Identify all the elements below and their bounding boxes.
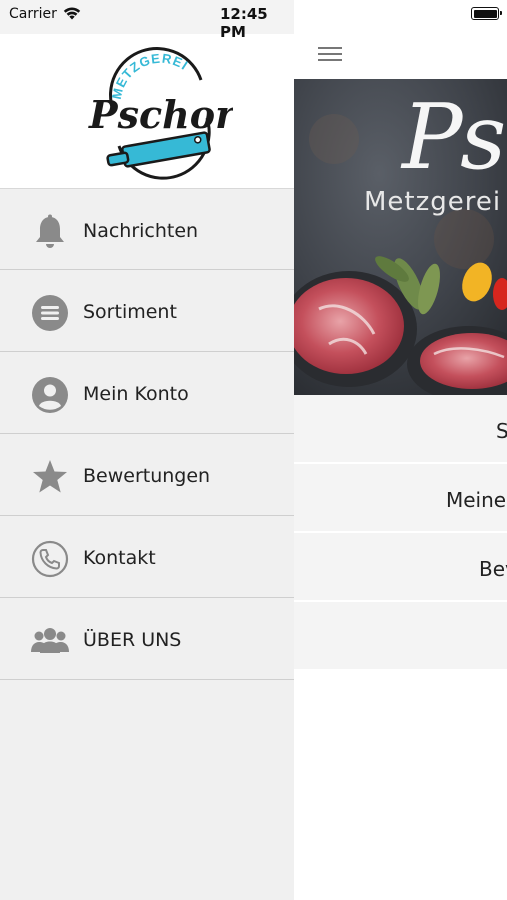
menu-item-nachrichten[interactable]: Nachrichten: [0, 188, 294, 270]
menu-item-bewertungen[interactable]: Bewertungen: [0, 434, 294, 516]
main-menu-list: S Meine Bev: [294, 395, 507, 671]
menu-label: Bewertungen: [83, 465, 211, 487]
main-row-label: S: [496, 419, 507, 443]
main-row-label: Bev: [479, 557, 507, 581]
menu-item-sortiment[interactable]: Sortiment: [0, 270, 294, 352]
phone-icon: [30, 539, 70, 579]
user-icon: [30, 375, 70, 415]
status-bar-left: Carrier 12:45 PM: [0, 0, 294, 41]
navigation-drawer: METZGEREI Pschorr N: [0, 34, 294, 900]
main-screen: Psc Metzgerei S Meine Bev: [294, 34, 507, 900]
menu-label: Sortiment: [83, 301, 177, 323]
pschorr-logo: METZGEREI Pschorr: [83, 38, 258, 186]
main-row-mein-konto[interactable]: Meine: [294, 464, 507, 533]
main-row-empty[interactable]: [294, 602, 507, 671]
carrier-label: Carrier: [9, 6, 57, 22]
logo-header: METZGEREI Pschorr: [0, 34, 294, 188]
hero-banner: Psc Metzgerei: [294, 79, 507, 395]
battery-icon: [471, 7, 502, 20]
clock-time: 12:45 PM: [220, 5, 268, 41]
group-icon: [30, 621, 70, 661]
drawer-menu: Nachrichten Sortiment Mein Konto Bewertu…: [0, 188, 294, 680]
hamburger-icon[interactable]: [318, 44, 342, 62]
menu-item-kontakt[interactable]: Kontakt: [0, 516, 294, 598]
list-icon: [30, 293, 70, 333]
main-row-label: Meine: [446, 488, 507, 512]
svg-text:Pschorr: Pschorr: [88, 92, 233, 137]
status-bar-right: [294, 0, 507, 34]
bell-icon: [30, 212, 70, 252]
menu-item-ueber-uns[interactable]: ÜBER UNS: [0, 598, 294, 680]
menu-item-mein-konto[interactable]: Mein Konto: [0, 352, 294, 434]
star-icon: [30, 457, 70, 497]
main-row-bewertungen[interactable]: Bev: [294, 533, 507, 602]
main-row-sortiment[interactable]: S: [294, 395, 507, 464]
menu-label: Mein Konto: [83, 383, 189, 405]
menu-label: ÜBER UNS: [83, 629, 182, 651]
menu-label: Nachrichten: [83, 220, 199, 242]
hero-subtitle: Metzgerei: [364, 187, 502, 217]
menu-label: Kontakt: [83, 547, 156, 569]
hero-title: Psc: [402, 85, 507, 190]
wifi-icon: [62, 5, 82, 25]
